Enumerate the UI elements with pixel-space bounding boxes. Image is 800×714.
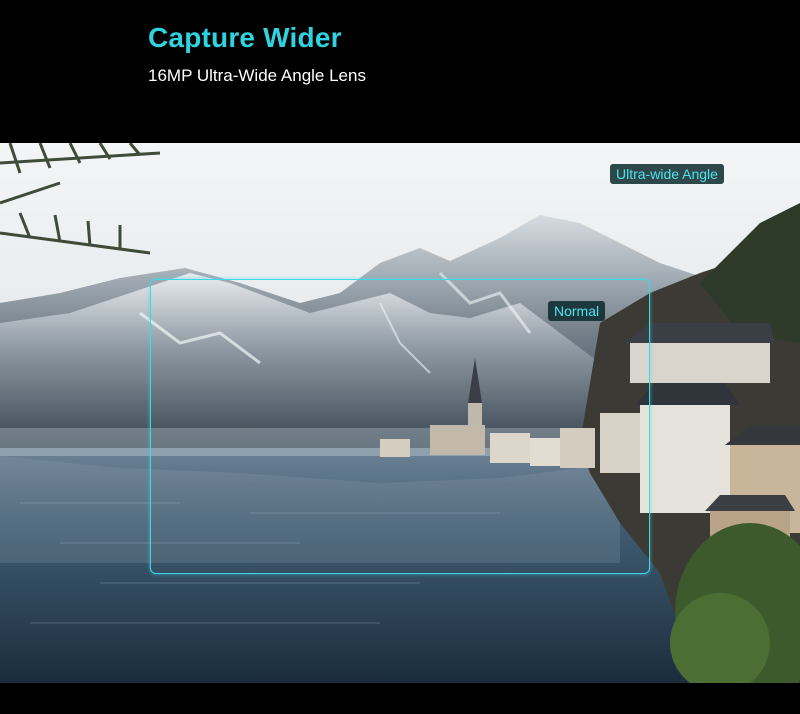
normal-label: Normal (548, 301, 606, 321)
page-title: Capture Wider (148, 22, 342, 53)
bottom-bar (0, 683, 800, 714)
normal-view-frame (150, 279, 650, 574)
header: Capture Wider 16MP Ultra-Wide Angle Lens (0, 0, 800, 143)
page-subtitle: 16MP Ultra-Wide Angle Lens (148, 66, 366, 85)
ultra-wide-label: Ultra-wide Angle (610, 164, 724, 184)
